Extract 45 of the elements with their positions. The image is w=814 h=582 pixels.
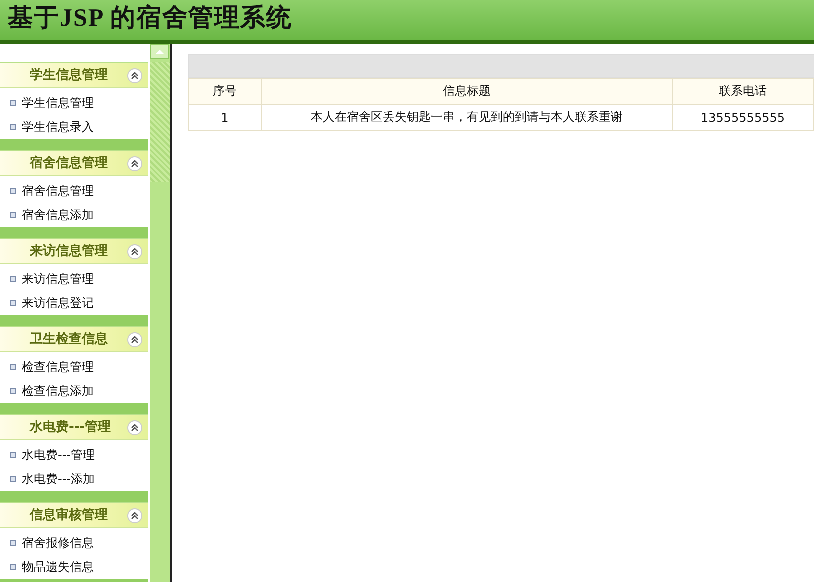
- menu-link[interactable]: 检查信息添加: [22, 382, 94, 400]
- column-header: 联系电话: [672, 78, 814, 104]
- bullet-icon: [10, 364, 16, 370]
- bullet-icon: [10, 212, 16, 218]
- collapse-toggle-icon[interactable]: [127, 420, 143, 436]
- collapse-toggle-icon[interactable]: [127, 332, 143, 348]
- menu-link[interactable]: 宿舍信息添加: [22, 206, 94, 224]
- menu-link[interactable]: 物品遗失信息: [22, 558, 94, 576]
- bullet-icon: [10, 100, 16, 106]
- column-header: 信息标题: [262, 78, 672, 104]
- bullet-icon: [10, 388, 16, 394]
- menu-link[interactable]: 水电费---管理: [22, 446, 95, 464]
- bullet-icon: [10, 452, 16, 458]
- collapse-toggle-icon[interactable]: [127, 68, 143, 84]
- app-title: 基于JSP 的宿舍管理系统: [7, 3, 293, 34]
- menu-link[interactable]: 检查信息管理: [22, 358, 94, 376]
- bullet-icon: [10, 300, 16, 306]
- collapse-toggle-icon[interactable]: [127, 156, 143, 172]
- menu-link[interactable]: 来访信息登记: [22, 294, 94, 312]
- bullet-icon: [10, 124, 16, 130]
- menu-link[interactable]: 学生信息录入: [22, 118, 94, 136]
- menu-group-header[interactable]: 学生信息管理: [0, 62, 148, 88]
- column-header: 序号: [188, 78, 262, 104]
- collapse-toggle-icon[interactable]: [127, 508, 143, 524]
- table-cell: 13555555555: [672, 104, 814, 130]
- table-cell: 1: [188, 104, 262, 130]
- bullet-icon: [10, 188, 16, 194]
- menu-group-header[interactable]: 卫生检查信息: [0, 326, 148, 352]
- bullet-icon: [10, 564, 16, 570]
- menu-link[interactable]: 来访信息管理: [22, 270, 94, 288]
- bullet-icon: [10, 476, 16, 482]
- menu-link[interactable]: 宿舍报修信息: [22, 534, 94, 552]
- menu-link[interactable]: 水电费---添加: [22, 470, 95, 488]
- scrollbar-thumb[interactable]: [150, 62, 170, 182]
- menu-group-header[interactable]: 信息审核管理: [0, 502, 148, 528]
- table-cell: 本人在宿舍区丢失钥匙一串，有见到的到请与本人联系重谢: [262, 104, 672, 130]
- menu-group-header[interactable]: 水电费---管理: [0, 414, 148, 440]
- bullet-icon: [10, 540, 16, 546]
- collapse-toggle-icon[interactable]: [127, 244, 143, 260]
- menu-link[interactable]: 学生信息管理: [22, 94, 94, 112]
- menu-group-header[interactable]: 来访信息管理: [0, 238, 148, 264]
- bullet-icon: [10, 276, 16, 282]
- scrollbar[interactable]: [150, 44, 172, 582]
- menu-group-header[interactable]: 宿舍信息管理: [0, 150, 148, 176]
- menu-link[interactable]: 宿舍信息管理: [22, 182, 94, 200]
